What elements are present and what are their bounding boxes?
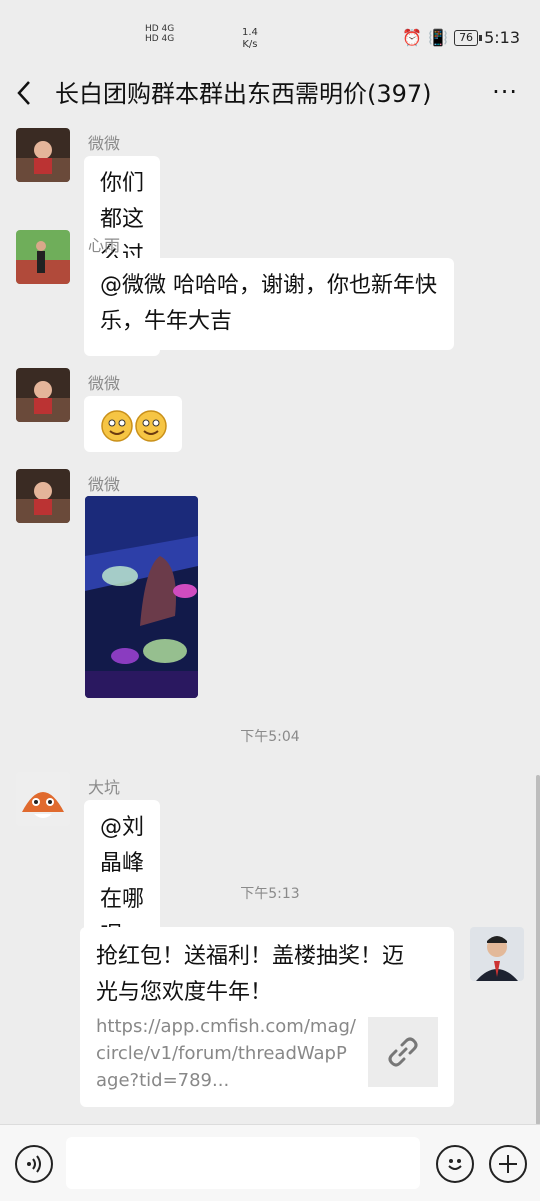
chat-list[interactable]: 微微 你们都这么过年的？ 心雨 @微微 哈哈哈，谢谢，你也新年快乐，牛年大吉 微… — [0, 120, 540, 1124]
avatar[interactable] — [470, 927, 524, 981]
alarm-icon: ⏰ — [402, 28, 423, 47]
timestamp: 下午5:04 — [240, 729, 300, 745]
voice-icon — [27, 1155, 41, 1173]
link-card-thumbnail — [368, 1017, 438, 1087]
input-bar — [0, 1124, 540, 1201]
sender-name: 微微 — [88, 374, 121, 393]
plus-icon — [499, 1155, 517, 1173]
avatar[interactable] — [16, 368, 70, 422]
link-icon — [388, 1037, 418, 1067]
network-indicator: HD 4G HD 4G — [145, 24, 175, 44]
vibrate-icon: 📳 — [428, 28, 449, 47]
voice-input-button[interactable] — [15, 1145, 53, 1183]
smile-icon — [448, 1159, 462, 1170]
avatar[interactable] — [16, 230, 70, 284]
avatar[interactable] — [16, 469, 70, 523]
sender-name: 微微 — [88, 475, 121, 494]
message-input[interactable] — [66, 1137, 420, 1189]
chevron-left-icon — [17, 81, 30, 105]
status-bar: HD 4G HD 4G 1.4 K/s ⏰ 📳 76 5:13 — [0, 0, 540, 70]
link-card[interactable]: 抢红包！送福利！盖楼抽奖！迈光与您欢度牛年！ https://app.cmfis… — [80, 927, 454, 1107]
clock: 5:13 — [484, 28, 520, 47]
sender-name: 大坑 — [88, 778, 121, 797]
laughing-emoji-icon — [101, 410, 167, 442]
message-bubble[interactable]: @微微 哈哈哈，谢谢，你也新年快乐，牛年大吉 — [84, 258, 454, 350]
back-icon[interactable] — [14, 78, 44, 110]
link-card-url: https://app.cmfish.com/mag/circle/v1/for… — [96, 1016, 356, 1091]
timestamp: 下午5:13 — [240, 886, 300, 902]
sender-name: 心雨 — [88, 236, 121, 255]
message-text: @微微 哈哈哈，谢谢，你也新年快乐，牛年大吉 — [100, 273, 437, 334]
avatar[interactable] — [16, 128, 70, 182]
chat-title: 长白团购群本群出东西需明价(397) — [55, 80, 432, 108]
coral-photo — [85, 496, 198, 698]
emoji-bubble[interactable] — [84, 396, 182, 452]
emoji-button[interactable] — [436, 1145, 474, 1183]
status-right: ⏰ 📳 76 5:13 — [402, 28, 520, 47]
battery-icon: 76 — [454, 29, 483, 46]
image-message[interactable] — [85, 496, 198, 698]
sender-name: 微微 — [88, 134, 121, 153]
message-item-own: 抢红包！送福利！盖楼抽奖！迈光与您欢度牛年！ https://app.cmfis… — [80, 927, 524, 1107]
network-speed: 1.4 K/s — [242, 27, 258, 50]
more-options-button[interactable]: ··· — [492, 76, 518, 108]
link-card-title: 抢红包！送福利！盖楼抽奖！迈光与您欢度牛年！ — [96, 944, 405, 1005]
chat-header: 长白团购群本群出东西需明价(397) ··· — [0, 70, 540, 120]
scrollbar[interactable] — [536, 775, 540, 1125]
more-functions-button[interactable] — [489, 1145, 527, 1183]
avatar[interactable] — [16, 772, 70, 826]
